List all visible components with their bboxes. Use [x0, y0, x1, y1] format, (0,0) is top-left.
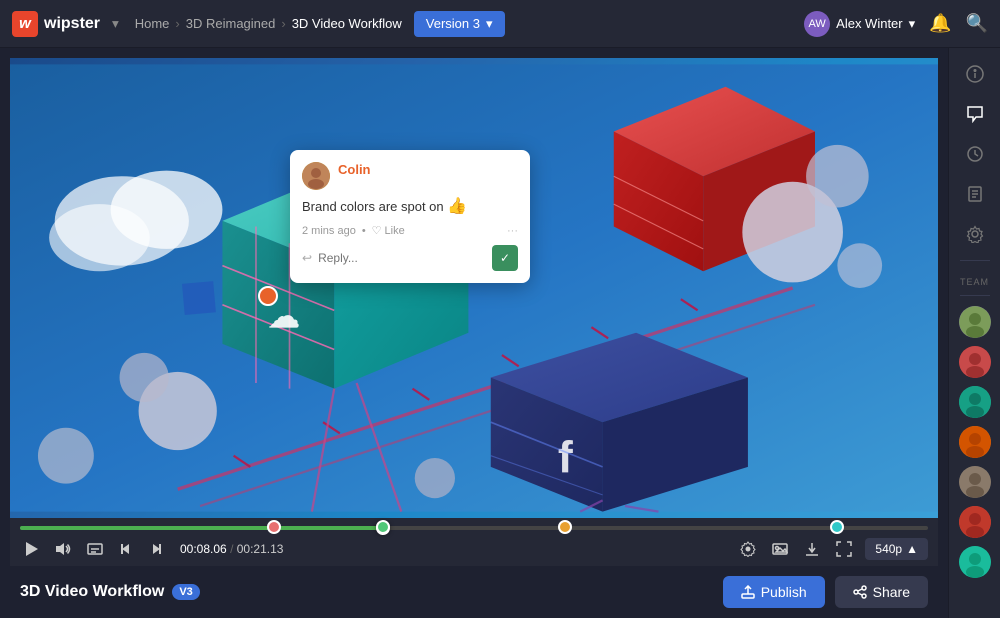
- video-controls: 00:08.06 / 00:21.13: [10, 518, 938, 566]
- left-content: ☁ f: [0, 48, 948, 618]
- settings-icon: [966, 225, 984, 243]
- team-label: TEAM: [960, 277, 989, 287]
- nav-dropdown-button[interactable]: ▾: [108, 12, 123, 36]
- right-sidebar: TEAM: [948, 48, 1000, 618]
- download-button[interactable]: [801, 538, 823, 560]
- timeline-marker-4[interactable]: [830, 520, 844, 534]
- quality-selector-button[interactable]: 540p ▲: [865, 538, 928, 560]
- user-menu-button[interactable]: AW Alex Winter ▾: [804, 11, 915, 37]
- version-selector-button[interactable]: Version 3 ▾: [414, 11, 505, 37]
- captions-button[interactable]: [84, 538, 106, 560]
- logo-area: w wipster: [12, 11, 100, 37]
- sidebar-info-button[interactable]: [957, 56, 993, 92]
- prev-frame-button[interactable]: [116, 539, 136, 559]
- history-icon: [966, 145, 984, 163]
- notifications-button[interactable]: 🔔: [929, 13, 951, 34]
- video-scene-svg: ☁ f: [10, 58, 938, 518]
- project-title-area: 3D Video Workflow V3: [20, 583, 200, 601]
- comment-popup: Colin Brand colors are spot on 👍 2 mins …: [290, 150, 530, 283]
- timeline-marker-2[interactable]: [376, 520, 390, 534]
- comment-meta: 2 mins ago • ♡ Like ···: [302, 224, 518, 237]
- top-navigation: w wipster ▾ Home › 3D Reimagined › 3D Vi…: [0, 0, 1000, 48]
- video-marker-dot[interactable]: [258, 286, 278, 306]
- thumbnail-button[interactable]: [769, 538, 791, 560]
- svg-text:f: f: [558, 433, 573, 482]
- progress-track[interactable]: [20, 526, 928, 530]
- team-divider: [960, 260, 990, 261]
- comment-text: Brand colors are spot on 👍: [302, 196, 518, 218]
- publish-button[interactable]: Publish: [723, 576, 825, 608]
- breadcrumb-3d-reimagined[interactable]: 3D Reimagined: [186, 16, 276, 31]
- comment-username: Colin: [338, 162, 371, 177]
- team-avatar-3[interactable]: [959, 386, 991, 418]
- time-current: 00:08.06: [180, 542, 227, 556]
- time-total: 00:21.13: [237, 542, 284, 556]
- playback-controls-row: 00:08.06 / 00:21.13: [20, 532, 928, 566]
- nav-right: AW Alex Winter ▾ 🔔 🔍: [804, 11, 988, 37]
- team-avatar-6[interactable]: [959, 506, 991, 538]
- timeline-marker-1[interactable]: [267, 520, 281, 534]
- publish-icon: [741, 585, 755, 599]
- breadcrumb-current: 3D Video Workflow: [292, 16, 402, 31]
- search-button[interactable]: 🔍: [966, 13, 988, 34]
- team-divider-2: [960, 295, 990, 296]
- main-area: ☁ f: [0, 48, 1000, 618]
- sidebar-settings-button[interactable]: [957, 216, 993, 252]
- team-avatar-5[interactable]: [959, 466, 991, 498]
- sidebar-history-button[interactable]: [957, 136, 993, 172]
- team-avatar-4[interactable]: [959, 426, 991, 458]
- sidebar-pages-button[interactable]: [957, 176, 993, 212]
- comment-like-button[interactable]: ♡ Like: [372, 224, 405, 237]
- reply-input[interactable]: [318, 251, 486, 265]
- logo-text: wipster: [44, 15, 100, 33]
- comment-more-button[interactable]: ···: [507, 225, 518, 237]
- volume-button[interactable]: [52, 538, 74, 560]
- settings-button[interactable]: [737, 538, 759, 560]
- reply-submit-button[interactable]: ✓: [492, 245, 518, 271]
- comment-reply-area: ↩ ✓: [302, 245, 518, 271]
- reply-icon: ↩: [302, 251, 312, 265]
- progress-fill: [20, 526, 383, 530]
- bottom-actions: Publish Share: [723, 576, 928, 608]
- sidebar-comments-button[interactable]: [957, 96, 993, 132]
- team-avatar-7[interactable]: [959, 546, 991, 578]
- comment-header: Colin: [302, 162, 518, 190]
- timeline-marker-3[interactable]: [558, 520, 572, 534]
- team-avatar-2[interactable]: [959, 346, 991, 378]
- version-badge: V3: [172, 584, 199, 600]
- user-avatar: AW: [804, 11, 830, 37]
- team-avatar-1[interactable]: [959, 306, 991, 338]
- next-frame-button[interactable]: [146, 539, 166, 559]
- logo-icon: w: [12, 11, 38, 37]
- play-button[interactable]: [20, 538, 42, 560]
- share-icon: [853, 585, 867, 599]
- pages-icon: [966, 185, 984, 203]
- timeline-area[interactable]: [20, 518, 928, 532]
- breadcrumb-home[interactable]: Home: [135, 16, 170, 31]
- breadcrumb: Home › 3D Reimagined › 3D Video Workflow: [135, 16, 402, 31]
- fullscreen-button[interactable]: [833, 538, 855, 560]
- comments-icon: [966, 105, 984, 123]
- project-title-text: 3D Video Workflow: [20, 583, 164, 601]
- comment-user-avatar: [302, 162, 330, 190]
- share-button[interactable]: Share: [835, 576, 928, 608]
- info-icon: [966, 65, 984, 83]
- video-player[interactable]: ☁ f: [10, 58, 938, 518]
- time-display: 00:08.06 / 00:21.13: [180, 542, 283, 556]
- video-background: ☁ f: [10, 58, 938, 518]
- bottom-bar: 3D Video Workflow V3 Publish: [0, 566, 948, 618]
